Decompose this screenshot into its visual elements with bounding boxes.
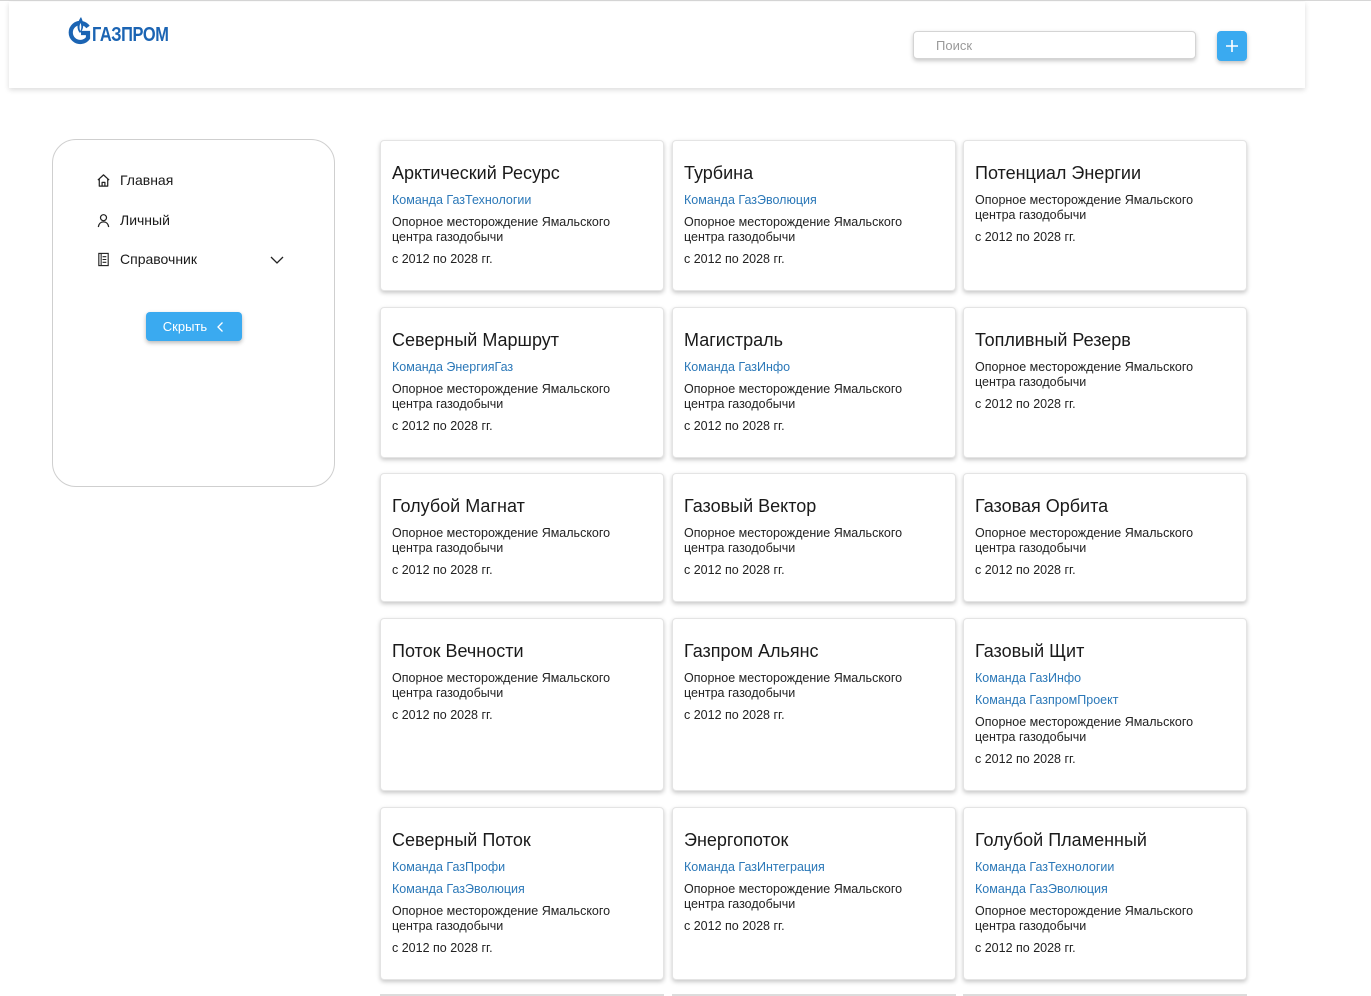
- sidebar-item-personal[interactable]: Личный: [95, 209, 170, 231]
- team-link[interactable]: Команда ГазИнфо: [684, 360, 944, 375]
- sidebar-item-label: Справочник: [120, 251, 197, 267]
- project-card[interactable]: Газовый Вектор Опорное месторождение Ямал…: [672, 473, 956, 602]
- project-card[interactable]: Потенциал Энергии Опорное месторождение Я…: [963, 140, 1247, 291]
- project-card[interactable]: Газовая Орбита Опорное месторождение Ямал…: [963, 473, 1247, 602]
- user-icon: [95, 212, 111, 228]
- team-link[interactable]: Команда ГазПрофи: [392, 860, 652, 875]
- project-card[interactable]: Поток Вечности Опорное месторождение Ямал…: [380, 618, 664, 791]
- hide-sidebar-button[interactable]: Скрыть: [146, 312, 242, 341]
- card-description: Опорное месторождение Ямальского центра …: [684, 671, 903, 700]
- card-dates: с 2012 по 2028 гг.: [392, 563, 493, 577]
- home-icon: [95, 172, 111, 188]
- team-link[interactable]: Команда ГазИнтеграция: [684, 860, 944, 875]
- card-description: Опорное месторождение Ямальского центра …: [684, 382, 903, 411]
- card-title: Потенциал Энергии: [975, 163, 1141, 183]
- card-dates: с 2012 по 2028 гг.: [684, 419, 785, 433]
- card-dates: с 2012 по 2028 гг.: [975, 230, 1076, 244]
- project-card[interactable]: Голубой Пламенный Команда ГазТехнологии Ко…: [963, 807, 1247, 980]
- card-title: Турбина: [684, 163, 754, 183]
- team-link[interactable]: Команда ГазТехнологии: [392, 193, 652, 208]
- project-card[interactable]: Северный Поток Команда ГазПрофи Команда Га…: [380, 807, 664, 980]
- team-link[interactable]: Команда ЭнергияГаз: [392, 360, 652, 375]
- add-button[interactable]: [1217, 31, 1247, 61]
- card-dates: с 2012 по 2028 гг.: [392, 941, 493, 955]
- card-description: Опорное месторождение Ямальского центра …: [684, 215, 903, 244]
- card-title: Северный Маршрут: [392, 330, 560, 350]
- sidebar-item-reference[interactable]: Справочник: [95, 248, 197, 270]
- card-description: Опорное месторождение Ямальского центра …: [975, 360, 1194, 389]
- card-description: Опорное месторождение Ямальского центра …: [975, 193, 1194, 222]
- card-dates: с 2012 по 2028 гг.: [392, 708, 493, 722]
- project-card[interactable]: Энергопоток Команда ГазИнтеграция Опорное …: [672, 807, 956, 980]
- book-icon: [95, 251, 111, 267]
- card-dates: с 2012 по 2028 гг.: [975, 941, 1076, 955]
- chevron-down-icon[interactable]: [269, 252, 285, 268]
- team-link[interactable]: Команда ГазТехнологии: [975, 860, 1235, 875]
- sidebar-item-label: Личный: [120, 212, 170, 228]
- header: ГАЗПРОМ: [9, 2, 1305, 88]
- card-title: Северный Поток: [392, 830, 531, 850]
- card-title: Энергопоток: [684, 830, 789, 850]
- card-dates: с 2012 по 2028 гг.: [684, 919, 785, 933]
- team-link[interactable]: Команда ГазЭволюция: [392, 882, 652, 897]
- sidebar-item-home[interactable]: Главная: [95, 169, 173, 191]
- card-title: Газовый Щит: [975, 641, 1085, 661]
- card-title: Газпром Альянс: [684, 641, 819, 661]
- sidebar: Главная Личный Справочник Скрыть: [52, 139, 335, 487]
- card-dates: с 2012 по 2028 гг.: [392, 419, 493, 433]
- card-title: Поток Вечности: [392, 641, 524, 661]
- flame-logo-icon: [68, 17, 91, 45]
- card-dates: с 2012 по 2028 гг.: [392, 252, 493, 266]
- card-title: Голубой Магнат: [392, 496, 525, 516]
- card-description: Опорное месторождение Ямальского центра …: [684, 526, 903, 555]
- card-title: Газовый Вектор: [684, 496, 817, 516]
- project-card[interactable]: Газовый Щит Команда ГазИнфо Команда Газпро…: [963, 618, 1247, 791]
- team-link[interactable]: Команда ГазЭволюция: [684, 193, 944, 208]
- project-card[interactable]: Газпром Альянс Опорное месторождение Ямал…: [672, 618, 956, 791]
- card-dates: с 2012 по 2028 гг.: [975, 397, 1076, 411]
- plus-icon: [1226, 40, 1238, 52]
- card-description: Опорное месторождение Ямальского центра …: [684, 882, 903, 911]
- card-description: Опорное месторождение Ямальского центра …: [975, 904, 1194, 933]
- card-dates: с 2012 по 2028 гг.: [975, 752, 1076, 766]
- card-dates: с 2012 по 2028 гг.: [975, 563, 1076, 577]
- card-description: Опорное месторождение Ямальского центра …: [392, 904, 611, 933]
- project-card[interactable]: Северный Маршрут Команда ЭнергияГаз Опорно…: [380, 307, 664, 458]
- project-card[interactable]: Голубой Магнат Опорное месторождение Ямал…: [380, 473, 664, 602]
- card-description: Опорное месторождение Ямальского центра …: [392, 671, 611, 700]
- card-title: Топливный Резерв: [975, 330, 1131, 350]
- card-description: Опорное месторождение Ямальского центра …: [975, 526, 1194, 555]
- project-card[interactable]: Арктический Ресурс Команда ГазТехнологии О…: [380, 140, 664, 291]
- team-link[interactable]: Команда ГазЭволюция: [975, 882, 1235, 897]
- logo-text: ГАЗПРОМ: [92, 24, 169, 46]
- card-dates: с 2012 по 2028 гг.: [684, 563, 785, 577]
- sidebar-item-label: Главная: [120, 172, 174, 188]
- project-card[interactable]: Магистраль Команда ГазИнфо Опорное месторо…: [672, 307, 956, 458]
- search-input[interactable]: [913, 31, 1196, 59]
- chevron-left-icon: [217, 321, 224, 332]
- card-title: Голубой Пламенный: [975, 830, 1147, 850]
- card-description: Опорное месторождение Ямальского центра …: [392, 526, 611, 555]
- team-link[interactable]: Команда ГазпромПроект: [975, 693, 1235, 708]
- team-link[interactable]: Команда ГазИнфо: [975, 671, 1235, 686]
- card-description: Опорное месторождение Ямальского центра …: [392, 382, 611, 411]
- card-description: Опорное месторождение Ямальского центра …: [975, 715, 1194, 744]
- top-border: [0, 0, 1371, 1]
- project-card[interactable]: Турбина Команда ГазЭволюция Опорное местор…: [672, 140, 956, 291]
- hide-button-label: Скрыть: [162, 319, 208, 334]
- card-title: Газовая Орбита: [975, 496, 1109, 516]
- card-title: Арктический Ресурс: [392, 163, 560, 183]
- project-card[interactable]: Топливный Резерв Опорное месторождение Ям…: [963, 307, 1247, 458]
- card-description: Опорное месторождение Ямальского центра …: [392, 215, 611, 244]
- card-dates: с 2012 по 2028 гг.: [684, 252, 785, 266]
- card-title: Магистраль: [684, 330, 783, 350]
- card-dates: с 2012 по 2028 гг.: [684, 708, 785, 722]
- gazprom-logo[interactable]: ГАЗПРОМ: [65, 16, 185, 46]
